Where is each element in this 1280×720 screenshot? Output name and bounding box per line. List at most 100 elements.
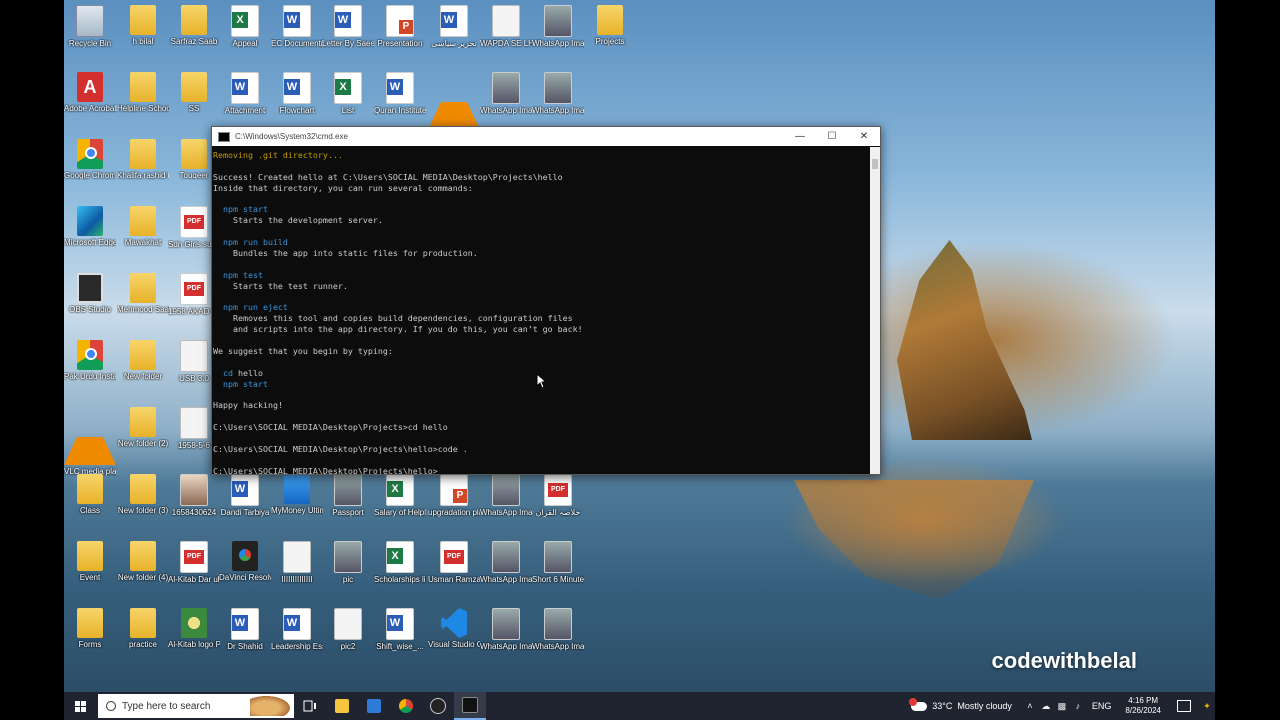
mouse-cursor-icon <box>536 373 548 389</box>
desktop-icon[interactable]: Mawakhat <box>117 206 169 247</box>
folder-icon <box>181 5 207 35</box>
desktop-icon[interactable]: Letter By Saeed Shb(1) <box>322 5 374 48</box>
taskbar-file-explorer[interactable] <box>326 692 358 720</box>
desktop-icon[interactable]: New folder (2) <box>117 407 169 448</box>
desktop-icon[interactable]: WhatsApp Image 2024 <box>532 72 584 115</box>
desktop-icon[interactable]: Adobe Acrobat <box>64 72 116 113</box>
desktop-icon[interactable]: WhatsApp Image 2024... <box>532 608 584 651</box>
cmd-window[interactable]: C:\Windows\System32\cmd.exe — ☐ ✕ Removi… <box>211 126 881 475</box>
desktop-icon[interactable]: Dr Shahid <box>219 608 271 651</box>
desktop-icon[interactable]: WhatsApp Image 2024... <box>532 5 584 48</box>
desktop-icon[interactable]: Class <box>64 474 116 515</box>
desktop-icon[interactable]: pic <box>322 541 374 584</box>
taskbar-mail[interactable] <box>358 692 390 720</box>
desktop-icon[interactable]: EC Document(2) <box>271 5 323 48</box>
start-button[interactable] <box>64 692 96 720</box>
desktop-icon[interactable]: New folder <box>117 340 169 381</box>
close-button[interactable]: ✕ <box>848 131 880 142</box>
desktop-icon[interactable]: Leadership Essay <box>271 608 323 651</box>
desktop-icon[interactable]: WhatsApp Image 2024... <box>480 608 532 651</box>
task-view-button[interactable] <box>294 692 326 720</box>
desktop-icon[interactable]: Presentation <box>374 5 426 48</box>
desktop-icon[interactable]: VLC media player <box>64 407 116 476</box>
img-icon <box>492 474 520 506</box>
word-icon <box>334 5 362 37</box>
chevron-up-icon[interactable]: ˄ <box>1024 701 1036 711</box>
chrome-icon <box>77 139 103 169</box>
excel-icon <box>334 72 362 104</box>
desktop-icon[interactable]: pic2 <box>322 608 374 651</box>
copilot-icon[interactable]: ✦ <box>1201 701 1213 712</box>
taskbar-chrome[interactable] <box>390 692 422 720</box>
desktop-icon[interactable]: Pak Urdu Installer <box>64 340 116 381</box>
desktop-icon[interactable]: upgradation plan <box>428 474 480 517</box>
desktop-icon[interactable]: New folder (4) <box>117 541 169 582</box>
desktop-icon[interactable]: Short 6 Minutes in... <box>532 541 584 584</box>
desktop-icon[interactable]: Quran Institute Pb <box>374 72 426 115</box>
desktop-icon[interactable]: Forms <box>64 608 116 649</box>
language-indicator[interactable]: ENG <box>1092 701 1112 711</box>
desktop-icon[interactable]: Sarfraz Saab <box>168 5 220 46</box>
desktop-icon[interactable]: Scholarships list <box>374 541 426 584</box>
desktop-icon[interactable]: Khalifa rashid interview <box>117 139 169 180</box>
weather-widget[interactable]: 33°C Mostly cloudy <box>909 697 1012 711</box>
desktop-icon[interactable]: Projects <box>584 5 636 46</box>
notification-icon[interactable] <box>1177 700 1191 712</box>
cmd-titlebar[interactable]: C:\Windows\System32\cmd.exe — ☐ ✕ <box>212 127 880 146</box>
desktop-icon[interactable]: DaVinci Resolve <box>219 541 271 582</box>
desktop-icon[interactable]: Salary of Helpline <box>374 474 426 517</box>
taskbar-cmd[interactable] <box>454 692 486 720</box>
volume-icon[interactable]: ♪ <box>1072 701 1084 711</box>
taskbar-search-box[interactable]: Type here to search <box>98 694 294 718</box>
desktop-icon-label: List <box>341 106 355 115</box>
desktop-icon[interactable]: Flowchart <box>271 72 323 115</box>
desktop-icon[interactable]: خلاصہ القرآن <box>532 474 584 517</box>
network-icon[interactable]: ▩ <box>1056 701 1068 712</box>
desktop-icon[interactable]: New folder (3) <box>117 474 169 515</box>
desktop-icon[interactable]: WhatsApp Image 2024... <box>480 541 532 584</box>
minimize-button[interactable]: — <box>784 131 816 142</box>
taskbar-obs[interactable] <box>422 692 454 720</box>
desktop-icon[interactable]: OBS Studio <box>64 273 116 314</box>
desktop-icon[interactable]: Event <box>64 541 116 582</box>
folder-icon <box>130 206 156 236</box>
desktop-icon[interactable]: Shift_wise_... <box>374 608 426 651</box>
desktop-icon[interactable]: Al-Kitab Dar ul Tarbiya <box>168 541 220 584</box>
desktop-icon[interactable]: تحریر سیاسی <box>428 5 480 48</box>
cmd-scroll-thumb[interactable] <box>872 159 878 169</box>
desktop-icon[interactable]: Al-Kitab logo PNG <box>168 608 220 649</box>
desktop-icon[interactable]: Helpline School <box>117 72 169 113</box>
cmd-console-output[interactable]: Removing .git directory... Success! Creat… <box>212 147 870 474</box>
desktop-icon[interactable]: Visual Studio Code <box>428 608 480 649</box>
desktop-icon[interactable]: Appeal <box>219 5 271 48</box>
cmd-scrollbar[interactable] <box>870 147 880 474</box>
desktop-icon[interactable]: List <box>322 72 374 115</box>
desktop-icon[interactable]: MyMoney Ultimate Pro <box>271 474 323 515</box>
desktop-icon[interactable]: Mehmood Saab <box>117 273 169 314</box>
desktop-icon[interactable]: IIIIIIIIIIIIII <box>271 541 323 584</box>
desktop-icon[interactable]: Recycle Bin <box>64 5 116 48</box>
search-placeholder: Type here to search <box>122 700 211 712</box>
desktop-icon[interactable]: 1658430624 <box>168 474 220 517</box>
maximize-button[interactable]: ☐ <box>816 131 848 142</box>
cloud-sync-icon[interactable]: ☁ <box>1040 701 1052 712</box>
pdf-icon <box>180 206 208 238</box>
desktop-icon[interactable]: Dandi Tarbiya <box>219 474 271 517</box>
folder-icon <box>77 608 103 638</box>
recycle-icon <box>76 5 104 37</box>
desktop-icon[interactable]: WhatsApp Image 2024... <box>480 474 532 517</box>
cmd-icon <box>462 697 478 713</box>
desktop-icon-label: Event <box>79 573 101 582</box>
desktop-icon[interactable]: Microsoft Edge <box>64 206 116 247</box>
desktop-icon[interactable]: WAPDA SE LHR <box>480 5 532 48</box>
desktop-icon[interactable]: Attachment <box>219 72 271 115</box>
desktop-icon[interactable]: WhatsApp Image 2024 <box>480 72 532 115</box>
desktop-icon[interactable]: practice <box>117 608 169 649</box>
taskbar-clock[interactable]: 4:16 PM 8/26/2024 <box>1125 696 1161 716</box>
desktop-icon[interactable]: Passport <box>322 474 374 517</box>
desktop-icon[interactable]: Usman Ramzan Ne... <box>428 541 480 584</box>
desktop-icon[interactable]: h bilal <box>117 5 169 46</box>
desktop-icon[interactable]: Google Chrome <box>64 139 116 180</box>
desktop-icon[interactable]: SS <box>168 72 220 113</box>
